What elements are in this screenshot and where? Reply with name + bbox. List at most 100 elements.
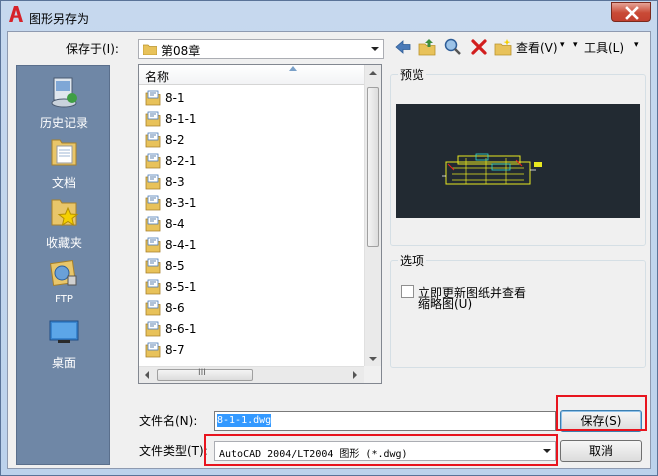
filename-input[interactable]: 8-1-1.dwg: [214, 411, 556, 431]
options-label: 选项: [398, 252, 427, 269]
place-history[interactable]: 历史记录: [17, 72, 111, 130]
save-in-dropdown[interactable]: 第08章: [138, 39, 384, 59]
chevron-down-icon[interactable]: [367, 40, 383, 58]
file-name: 8-4-1: [165, 238, 197, 252]
scroll-left-icon[interactable]: [145, 371, 149, 379]
documents-icon: [51, 139, 77, 166]
up-folder-icon[interactable]: [418, 38, 436, 56]
update-thumbnail-label-line2: 缩略图(U): [418, 297, 473, 311]
save-drawing-as-dialog: 图形另存为 保存于(I): 第08章 查看(V) ▾ ▾ 工具(L) ▾ 历史记…: [0, 0, 658, 476]
window-title: 图形另存为: [29, 12, 90, 26]
dwg-file-icon: [145, 342, 161, 358]
scroll-down-icon[interactable]: [369, 357, 377, 361]
file-name: 8-4: [165, 217, 185, 231]
cancel-button[interactable]: 取消: [560, 440, 642, 462]
dwg-file-icon: [145, 90, 161, 106]
horizontal-scrollbar[interactable]: III: [139, 366, 365, 383]
place-label: 历史记录: [39, 116, 88, 130]
place-label: 桌面: [51, 356, 76, 370]
file-name: 8-7: [165, 343, 185, 357]
vertical-scrollbar[interactable]: [364, 65, 381, 368]
list-item[interactable]: 8-2-1: [145, 151, 345, 172]
dwg-file-icon: [145, 321, 161, 337]
autocad-logo-icon: [9, 6, 23, 22]
title-bar[interactable]: 图形另存为: [1, 1, 657, 31]
place-ftp[interactable]: FTP: [17, 252, 111, 310]
file-name: 8-6: [165, 301, 185, 315]
place-favorites[interactable]: 收藏夹: [17, 192, 111, 250]
dwg-file-icon: [145, 258, 161, 274]
tools-dropdown-arrow[interactable]: ▾: [573, 40, 578, 50]
place-documents[interactable]: 文档: [17, 132, 111, 190]
file-name: 8-3: [165, 175, 185, 189]
list-item[interactable]: 8-4: [145, 214, 345, 235]
list-item[interactable]: 8-1-1: [145, 109, 345, 130]
place-label: 文档: [51, 176, 76, 190]
update-thumbnail-checkbox[interactable]: [401, 285, 414, 298]
vertical-scroll-thumb[interactable]: [367, 87, 379, 247]
save-in-label: 保存于(I):: [66, 42, 119, 56]
places-bar: 历史记录 文档 收藏夹 FTP 桌面: [16, 65, 110, 465]
list-item[interactable]: 8-7: [145, 340, 345, 361]
file-name: 8-2-1: [165, 154, 197, 168]
tools-menu-arrow[interactable]: ▾: [634, 40, 639, 50]
list-item[interactable]: 8-6-1: [145, 319, 345, 340]
dwg-file-icon: [145, 195, 161, 211]
file-name: 8-5: [165, 259, 185, 273]
place-label: FTP: [55, 294, 73, 305]
dwg-file-icon: [145, 216, 161, 232]
options-group: [390, 260, 646, 368]
place-desktop[interactable]: 桌面: [17, 312, 111, 370]
filetype-label: 文件类型(T):: [139, 444, 208, 458]
preview-label: 预览: [398, 66, 427, 83]
list-item[interactable]: 8-2: [145, 130, 345, 151]
file-name: 8-5-1: [165, 280, 197, 294]
list-item[interactable]: 8-5: [145, 256, 345, 277]
column-header-name[interactable]: 名称: [139, 65, 365, 85]
file-name: 8-1: [165, 91, 185, 105]
preview-thumbnail: [442, 153, 542, 185]
sort-ascending-icon: [289, 66, 297, 71]
scroll-grip: III: [198, 368, 206, 378]
list-item[interactable]: 8-3: [145, 172, 345, 193]
filename-label: 文件名(N):: [139, 414, 198, 428]
highlight-box-filetype: [204, 434, 558, 466]
dwg-file-icon: [145, 279, 161, 295]
list-item[interactable]: 8-1: [145, 88, 345, 109]
list-item[interactable]: 8-5-1: [145, 277, 345, 298]
dwg-file-icon: [145, 153, 161, 169]
drawing-preview: [396, 104, 640, 218]
file-list[interactable]: 名称 8-1 8-1-1 8-2 8-2-1 8-3 8-3-1 8-4 8-4-1 8-5 8-…: [138, 64, 382, 384]
place-label: 收藏夹: [45, 236, 82, 250]
list-item[interactable]: 8-3-1: [145, 193, 345, 214]
column-header-label: 名称: [145, 70, 170, 84]
search-web-icon[interactable]: [444, 38, 462, 56]
dialog-body: 保存于(I): 第08章 查看(V) ▾ ▾ 工具(L) ▾ 历史记录 文档 收…: [7, 31, 651, 469]
new-folder-icon[interactable]: [494, 38, 512, 56]
horizontal-scroll-thumb[interactable]: III: [157, 368, 253, 381]
views-menu[interactable]: 查看(V): [516, 39, 558, 56]
scroll-up-icon[interactable]: [369, 71, 377, 75]
dwg-file-icon: [145, 132, 161, 148]
tools-menu[interactable]: 工具(L): [584, 39, 624, 56]
history-icon: [51, 77, 77, 108]
file-name: 8-2: [165, 133, 185, 147]
scroll-right-icon[interactable]: [353, 371, 357, 379]
save-in-value: 第08章: [161, 44, 201, 58]
highlight-box-save: [556, 395, 647, 431]
list-item[interactable]: 8-6: [145, 298, 345, 319]
views-dropdown-arrow[interactable]: ▾: [560, 40, 565, 50]
close-icon: [625, 6, 639, 20]
file-name: 8-6-1: [165, 322, 197, 336]
folder-icon: [143, 44, 157, 55]
file-name: 8-3-1: [165, 196, 197, 210]
favorites-icon: [51, 199, 79, 227]
list-item[interactable]: 8-4-1: [145, 235, 345, 256]
filename-value: 8-1-1.dwg: [217, 414, 272, 427]
back-arrow-icon[interactable]: [394, 38, 412, 56]
desktop-icon: [49, 320, 79, 343]
delete-icon[interactable]: [470, 38, 488, 56]
close-button[interactable]: [611, 2, 651, 22]
ftp-icon: [50, 260, 77, 286]
dwg-file-icon: [145, 111, 161, 127]
